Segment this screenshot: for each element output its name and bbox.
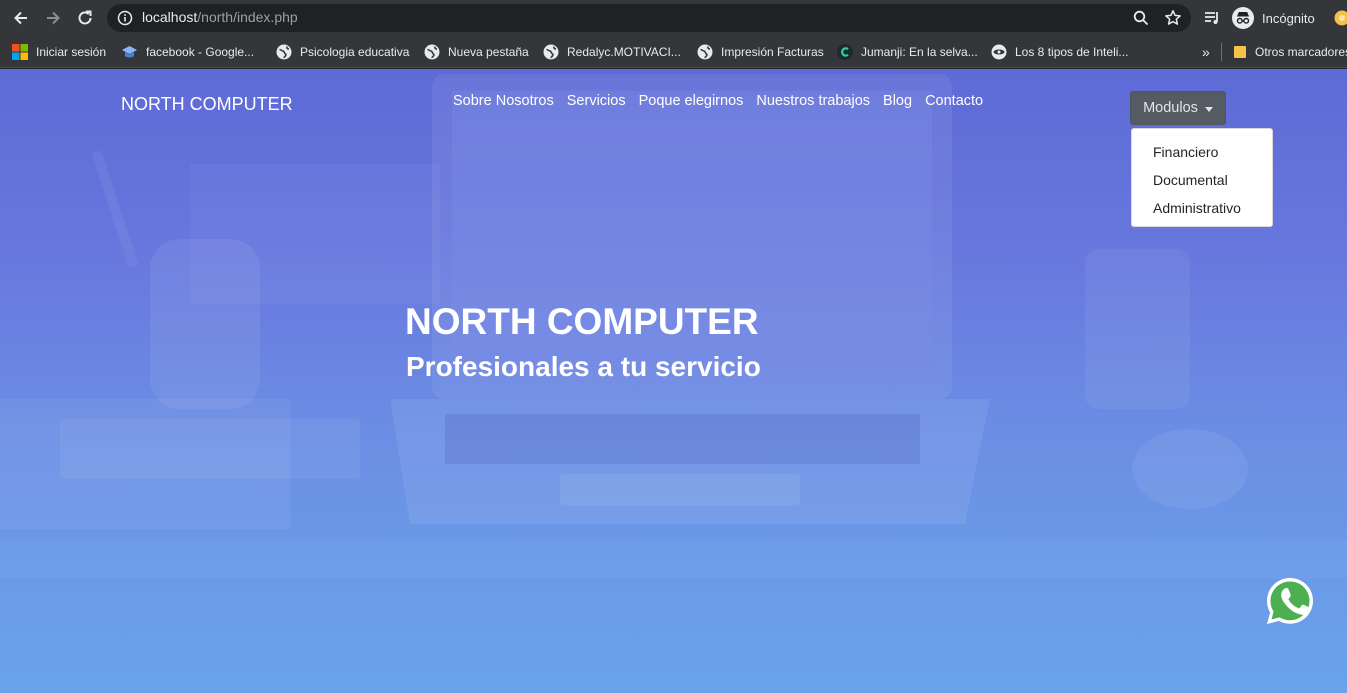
graduation-cap-icon [122, 46, 137, 58]
overflow-chevron-icon: » [1202, 44, 1210, 60]
media-control-icon[interactable] [1203, 9, 1221, 27]
whatsapp-icon[interactable] [1264, 575, 1316, 627]
forward-arrow-icon [47, 11, 60, 25]
globe-icon [697, 44, 713, 60]
hero-title: NORTH COMPUTER [405, 301, 759, 342]
bookmark-facebook[interactable]: facebook - Google... [121, 41, 254, 63]
url-host: localhost [142, 9, 198, 25]
modulos-dropdown-label: Modulos [1143, 100, 1198, 116]
nav-sobre-nosotros[interactable]: Sobre Nosotros [453, 93, 554, 109]
nav-contacto[interactable]: Contacto [925, 93, 983, 109]
modulos-dropdown-menu: Financiero Documental Administrativo [1131, 128, 1273, 227]
bookmarks-overflow-button[interactable]: » [1202, 41, 1210, 63]
modulos-dropdown-button[interactable]: Modulos [1130, 91, 1226, 125]
bookmark-label: Redalyc.MOTIVACI... [567, 45, 681, 59]
extension-icon[interactable] [1334, 10, 1347, 26]
url-text: localhost/north/index.php [142, 9, 298, 25]
incognito-icon [1232, 7, 1254, 29]
dropdown-item-financiero[interactable]: Financiero [1132, 138, 1272, 166]
site-brand[interactable]: NORTH COMPUTER [121, 94, 293, 115]
star-icon[interactable] [1164, 9, 1182, 27]
bookmark-label: Psicologia educativa [300, 45, 410, 59]
folder-icon [1234, 46, 1246, 58]
info-icon[interactable] [117, 10, 133, 26]
hero-subtitle: Profesionales a tu servicio [406, 351, 761, 382]
globe-icon [276, 44, 292, 60]
dropdown-item-administrativo[interactable]: Administrativo [1132, 194, 1272, 222]
incognito-indicator[interactable]: Incógnito [1232, 5, 1315, 31]
bookmark-label: facebook - Google... [146, 45, 255, 59]
hero-section: NORTH COMPUTER Sobre Nosotros Servicios … [0, 69, 1347, 693]
bookmark-label: Los 8 tipos de Inteli... [1015, 45, 1129, 59]
back-arrow-icon [14, 11, 27, 25]
main-nav: Sobre Nosotros Servicios Poque elegirnos… [453, 93, 983, 109]
nav-poque-elegirnos[interactable]: Poque elegirnos [639, 93, 744, 109]
site-icon [991, 44, 1007, 60]
bookmark-nueva-pestana[interactable]: Nueva pestaña [424, 41, 529, 63]
back-button[interactable] [9, 6, 33, 30]
bookmark-iniciar-sesion[interactable]: Iniciar sesión [12, 41, 106, 63]
nav-servicios[interactable]: Servicios [567, 93, 626, 109]
bookmarks-divider [1221, 43, 1222, 61]
nav-nuestros-trabajos[interactable]: Nuestros trabajos [756, 93, 870, 109]
bookmark-label: Nueva pestaña [448, 45, 529, 59]
other-bookmarks[interactable]: Otros marcadores [1233, 41, 1347, 63]
c-logo-icon [837, 44, 853, 60]
bookmark-label: Iniciar sesión [36, 45, 107, 59]
bookmark-redalyc[interactable]: Redalyc.MOTIVACI... [543, 41, 681, 63]
other-bookmarks-label: Otros marcadores [1255, 45, 1347, 59]
bookmark-psicologia[interactable]: Psicologia educativa [276, 41, 409, 63]
incognito-label: Incógnito [1262, 10, 1315, 26]
reload-icon [78, 10, 92, 25]
bookmarks-bar: Iniciar sesión facebook - Google... Psic… [0, 36, 1347, 68]
bookmark-jumanji[interactable]: Jumanji: En la selva... [837, 41, 978, 63]
url-path: /north/index.php [197, 9, 298, 25]
nav-blog[interactable]: Blog [883, 93, 912, 109]
dropdown-item-documental[interactable]: Documental [1132, 166, 1272, 194]
globe-icon [543, 44, 559, 60]
forward-button[interactable] [41, 6, 65, 30]
browser-toolbar: localhost/north/index.php Incógnito [0, 0, 1347, 36]
bookmark-impresion-facturas[interactable]: Impresión Facturas [697, 41, 824, 63]
reload-button[interactable] [73, 6, 97, 30]
microsoft-icon [12, 44, 28, 60]
bookmark-label: Jumanji: En la selva... [861, 45, 978, 59]
globe-icon [424, 44, 440, 60]
caret-down-icon [1204, 106, 1213, 112]
address-bar[interactable]: localhost/north/index.php [107, 4, 1191, 32]
bookmark-label: Impresión Facturas [721, 45, 824, 59]
bookmark-tipos-inteligencia[interactable]: Los 8 tipos de Inteli... [991, 41, 1128, 63]
zoom-icon[interactable] [1132, 9, 1150, 27]
